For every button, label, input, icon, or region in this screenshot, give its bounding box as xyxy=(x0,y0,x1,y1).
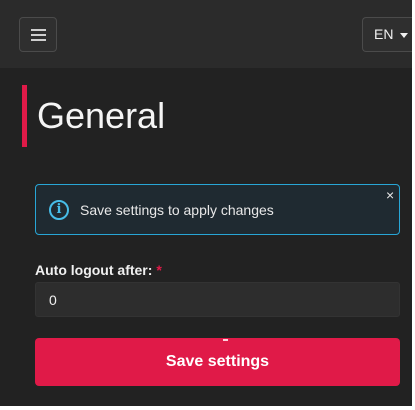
info-icon: i xyxy=(49,200,69,220)
caret-down-icon xyxy=(400,33,408,38)
hamburger-line xyxy=(31,34,46,36)
info-alert: i Save settings to apply changes × xyxy=(35,184,400,235)
app: EN General i Save settings to apply chan… xyxy=(0,0,412,406)
title-accent-bar xyxy=(22,85,27,147)
hamburger-line xyxy=(31,39,46,41)
language-dropdown[interactable]: EN xyxy=(362,17,412,52)
top-navbar: EN xyxy=(0,0,412,68)
hamburger-line xyxy=(31,29,46,31)
auto-logout-input[interactable] xyxy=(35,282,400,317)
button-focus-mark xyxy=(223,339,228,341)
required-asterisk: * xyxy=(156,262,162,278)
auto-logout-label-text: Auto logout after: xyxy=(35,262,153,278)
page-title: General xyxy=(37,95,166,136)
auto-logout-label: Auto logout after: * xyxy=(35,262,162,278)
save-settings-label: Save settings xyxy=(165,353,270,370)
hamburger-menu-icon[interactable] xyxy=(19,17,57,52)
alert-message: Save settings to apply changes xyxy=(80,202,274,218)
save-settings-button[interactable]: Save settings xyxy=(35,338,400,386)
alert-close-button[interactable]: × xyxy=(386,188,394,202)
language-label: EN xyxy=(374,26,394,42)
